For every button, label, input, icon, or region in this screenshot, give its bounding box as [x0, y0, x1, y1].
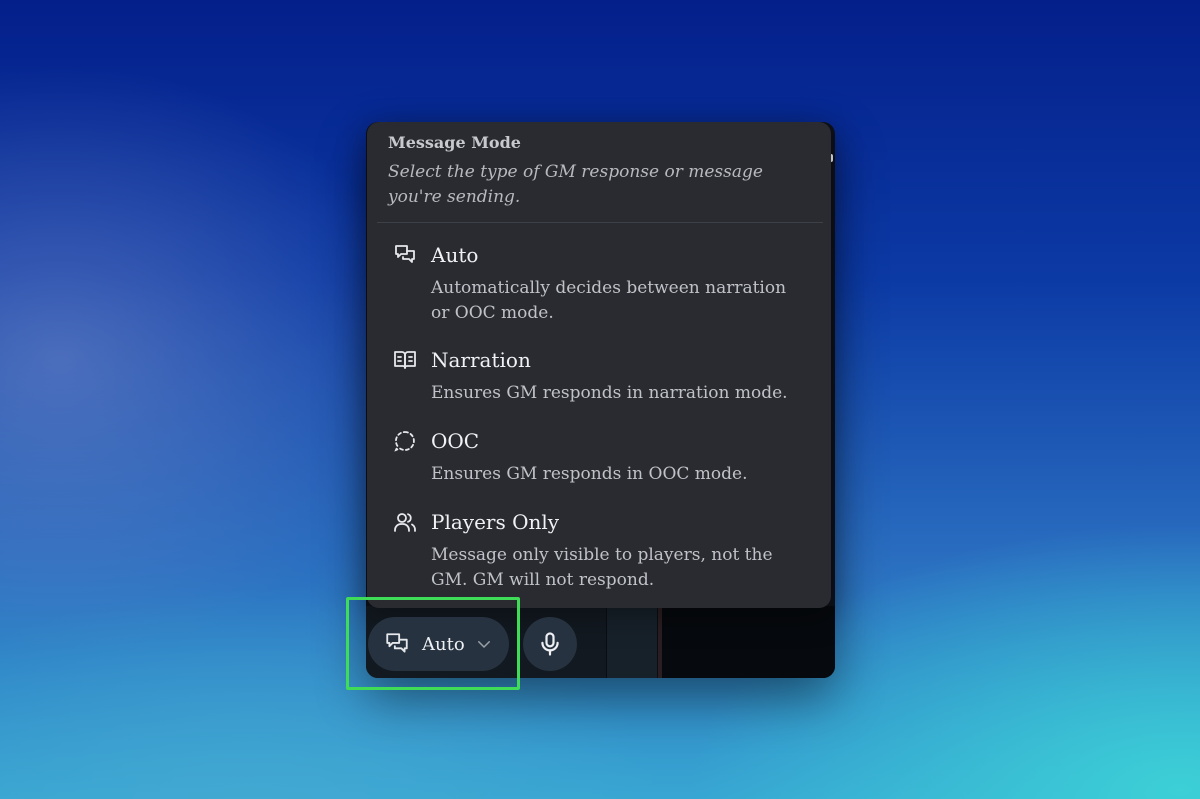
option-title: Auto	[431, 243, 479, 267]
popup-divider	[377, 222, 823, 223]
option-description: Ensures GM responds in OOC mode.	[431, 464, 748, 484]
popup-subtitle: Select the type of GM response or messag…	[388, 162, 763, 207]
option-title: Narration	[431, 348, 531, 372]
mode-option-ooc[interactable]: OOC Ensures GM responds in OOC mode.	[367, 426, 831, 490]
open-book-icon	[393, 348, 417, 372]
message-mode-button[interactable]: Auto	[368, 617, 509, 671]
mode-option-narration[interactable]: Narration Ensures GM responds in narrati…	[367, 345, 831, 409]
option-description: Message only visible to players, not the…	[431, 545, 773, 590]
option-description: Automatically decides between narration …	[431, 278, 787, 323]
composer-divider	[606, 606, 658, 678]
chat-bubbles-icon	[393, 243, 417, 267]
option-title: Players Only	[431, 510, 560, 534]
chat-bubbles-icon	[384, 631, 410, 657]
popup-title: Message Mode	[388, 133, 521, 152]
option-description: Ensures GM responds in narration mode.	[431, 383, 788, 403]
mode-option-auto[interactable]: Auto Automatically decides between narra…	[367, 240, 831, 330]
dashed-bubble-icon	[393, 429, 417, 453]
popup-header: Message Mode Select the type of GM respo…	[367, 122, 831, 222]
chevron-down-icon	[475, 635, 493, 653]
option-title: OOC	[431, 429, 480, 453]
users-icon	[393, 510, 417, 534]
mode-option-players-only[interactable]: Players Only Message only visible to pla…	[367, 507, 831, 597]
message-mode-popup: Message Mode Select the type of GM respo…	[367, 122, 831, 608]
microphone-icon	[536, 630, 564, 658]
microphone-button[interactable]	[523, 617, 577, 671]
message-input-area[interactable]	[658, 606, 835, 678]
message-mode-label: Auto	[422, 633, 465, 655]
